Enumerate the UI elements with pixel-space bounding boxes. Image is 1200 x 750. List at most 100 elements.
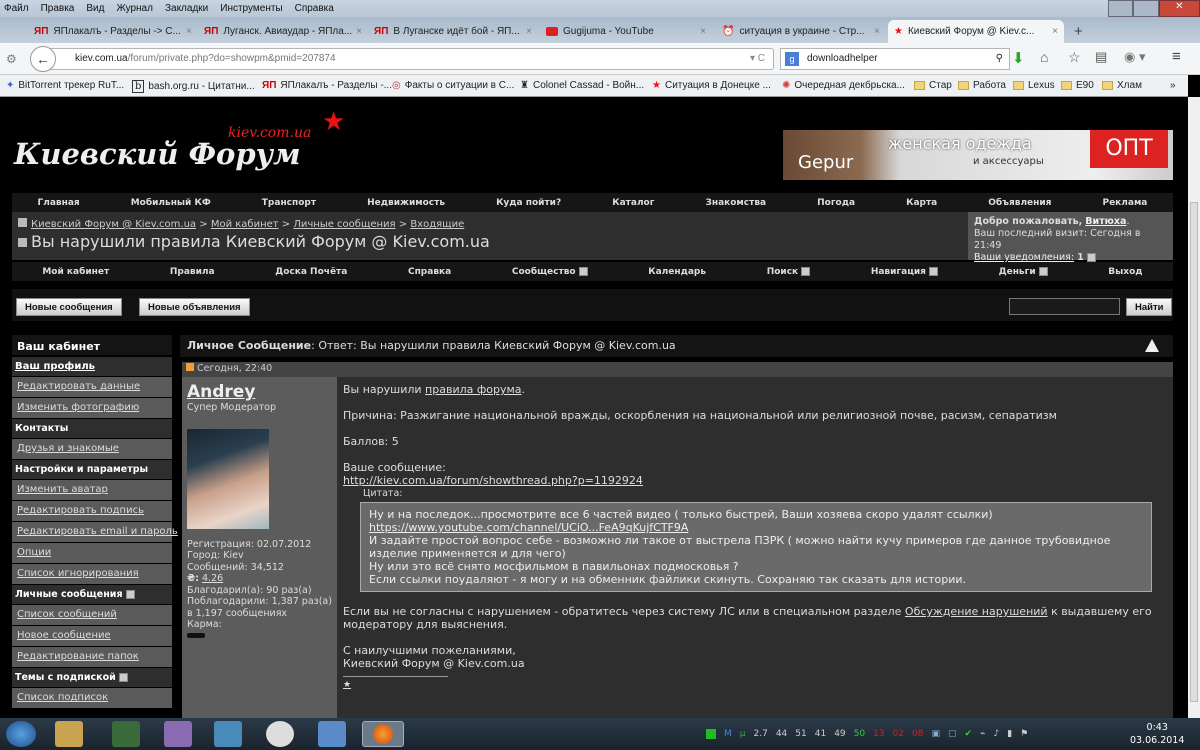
sidebar-item[interactable]: Изменить фотографию (12, 398, 172, 419)
menu-file[interactable]: Файл (4, 3, 29, 14)
sidebar-item[interactable]: Список сообщений (12, 605, 172, 626)
extension-icon[interactable]: ⚙ (6, 52, 17, 66)
dropdown-icon[interactable] (118, 673, 128, 682)
bookmark-december[interactable]: ✺ Очередная декбрьска... (782, 80, 905, 91)
bookmark-donetsk[interactable]: ★ Ситуация в Донецке ... (652, 80, 771, 91)
folder-work[interactable]: Работа (958, 80, 1006, 91)
find-button[interactable]: Найти (1126, 298, 1173, 316)
tab-kiev-forum[interactable]: ★ Киевский Форум @ Kiev.c... × (888, 20, 1064, 43)
tab-yaplakal-3[interactable]: ЯП В Луганске идёт бой - ЯП... × (368, 20, 538, 43)
explorer-icon[interactable] (55, 721, 83, 747)
menu-help[interactable]: Справка (295, 3, 334, 14)
nav-mobile[interactable]: Мобильный КФ (131, 198, 211, 208)
close-tab-icon[interactable]: × (526, 26, 532, 37)
tab-youtube[interactable]: Gugijuma - YouTube × (540, 20, 712, 43)
bookmark-bash[interactable]: b bash.org.ru - Цитатни... (132, 80, 255, 93)
folder-lexus[interactable]: Lexus (1013, 80, 1055, 91)
back-button[interactable]: ← (30, 46, 56, 72)
crumb-home[interactable]: Киевский Форум @ Kiev.com.ua (31, 219, 196, 230)
violations-discussion-link[interactable]: Обсуждение нарушений (905, 605, 1048, 618)
close-tab-icon[interactable]: × (700, 26, 706, 37)
nav-money[interactable]: Деньги (999, 266, 1048, 277)
folder-e90[interactable]: E90 (1061, 80, 1094, 91)
menu-tools[interactable]: Инструменты (220, 3, 282, 14)
close-window-button[interactable]: ✕ (1158, 0, 1200, 17)
nav-advertising[interactable]: Реклама (1102, 198, 1147, 208)
clipboard-icon[interactable]: ▤ (1095, 49, 1107, 65)
menu-icon[interactable]: ≡ (1172, 48, 1181, 65)
maximize-button[interactable] (1133, 0, 1159, 17)
crumb-pm[interactable]: Личные сообщения (293, 219, 395, 230)
tray-check-icon[interactable]: ✔ (964, 729, 972, 739)
new-tab-button[interactable]: + (1068, 20, 1089, 43)
search-icon[interactable]: ⚲ (996, 49, 1003, 69)
post-link[interactable]: http://kiev.com.ua/forum/showthread.php?… (343, 474, 643, 487)
menu-view[interactable]: Вид (86, 3, 104, 14)
sidebar-item[interactable]: Опции (12, 543, 172, 564)
dropdown-icon[interactable] (125, 590, 135, 599)
nav-home[interactable]: Главная (38, 198, 80, 208)
nav-where-to-go[interactable]: Куда пойти? (496, 198, 561, 208)
network-icon[interactable] (318, 721, 346, 747)
folder-star[interactable]: Стар (914, 80, 952, 91)
nav-my-cabinet[interactable]: Мой кабинет (42, 267, 109, 277)
home-icon[interactable]: ⌂ (1040, 49, 1048, 65)
new-posts-button[interactable]: Новые сообщения (16, 298, 122, 316)
volume-icon[interactable]: ♪ (993, 729, 999, 739)
minimize-button[interactable] (1108, 0, 1134, 17)
sidebar-item[interactable]: Изменить аватар (12, 480, 172, 501)
addon-icon[interactable]: ◉ ▾ (1124, 49, 1145, 65)
close-tab-icon[interactable]: × (356, 26, 362, 37)
sidebar-item[interactable]: Редактирование папок (12, 647, 172, 668)
close-tab-icon[interactable]: × (874, 26, 880, 37)
bookmark-star-icon[interactable]: ☆ (1068, 49, 1081, 66)
page-scrollbar[interactable] (1188, 97, 1200, 718)
bookmark-yaplakal[interactable]: ЯП ЯПлакалъ - Разделы -... (262, 80, 392, 91)
dropdown-icon[interactable] (1086, 253, 1096, 262)
sidebar-item[interactable]: Редактировать данные (12, 377, 172, 398)
sidebar-item[interactable]: Друзья и знакомые (12, 439, 172, 460)
nav-rules[interactable]: Правила (170, 267, 215, 277)
nav-help[interactable]: Справка (408, 267, 451, 277)
search-input[interactable]: g downloadhelper ⚲ (780, 48, 1010, 70)
google-icon[interactable]: g (785, 52, 799, 66)
new-ads-button[interactable]: Новые объявления (139, 298, 250, 316)
close-tab-icon[interactable]: × (1052, 26, 1058, 37)
computer-icon[interactable] (112, 721, 140, 747)
folder-junk[interactable]: Хлам (1102, 80, 1142, 91)
nav-weather[interactable]: Погода (817, 198, 855, 208)
tray-l-icon[interactable]: ▢ (948, 729, 957, 739)
malwarebytes-icon[interactable]: M (724, 729, 732, 739)
tab-yaplakal-2[interactable]: ЯП Луганск. Авиаудар - ЯПла... × (198, 20, 368, 43)
notepad-icon[interactable] (214, 721, 242, 747)
ad-banner[interactable]: Gepur женская одежда и аксессуары ОПТ (783, 130, 1173, 180)
sidebar-item[interactable]: Новое сообщение (12, 626, 172, 647)
firefox-taskbar-button[interactable] (362, 721, 404, 747)
sidebar-item[interactable]: Список подписок (12, 688, 172, 709)
menu-history[interactable]: Журнал (116, 3, 153, 14)
utorrent-icon[interactable]: µ (740, 729, 746, 739)
crumb-inbox[interactable]: Входящие (410, 219, 464, 230)
paint-icon[interactable] (164, 721, 192, 747)
nav-ads[interactable]: Объявления (988, 198, 1051, 208)
sidebar-item[interactable]: Редактировать подпись (12, 501, 172, 522)
nav-transport[interactable]: Транспорт (262, 198, 316, 208)
reload-icon[interactable]: ▾ C (750, 49, 765, 69)
clock[interactable]: 0:43 03.06.2014 (1130, 721, 1184, 747)
bookmark-rutracker[interactable]: ✦ BitTorrent трекер RuT... (6, 80, 124, 91)
download-icon[interactable]: ⬇ (1012, 49, 1025, 67)
flag-icon[interactable]: ⚑ (1020, 729, 1028, 739)
report-warning-icon[interactable] (1145, 339, 1159, 352)
nav-catalog[interactable]: Каталог (612, 198, 654, 208)
scrollbar-thumb[interactable] (1190, 202, 1198, 702)
rules-link[interactable]: правила форума (425, 383, 521, 396)
nav-logout[interactable]: Выход (1108, 267, 1142, 277)
nav-dating[interactable]: Знакомства (705, 198, 766, 208)
more-bookmarks-button[interactable]: » (1170, 80, 1176, 91)
url-input[interactable]: kiev.com.ua/forum/private.php?do=showpm&… (34, 48, 774, 70)
nav-realty[interactable]: Недвижимость (367, 198, 445, 208)
crumb-cabinet[interactable]: Мой кабинет (211, 219, 279, 230)
menu-bookmarks[interactable]: Закладки (165, 3, 208, 14)
author-name[interactable]: Andrey (187, 382, 332, 402)
nav-community[interactable]: Сообщество (512, 266, 588, 277)
